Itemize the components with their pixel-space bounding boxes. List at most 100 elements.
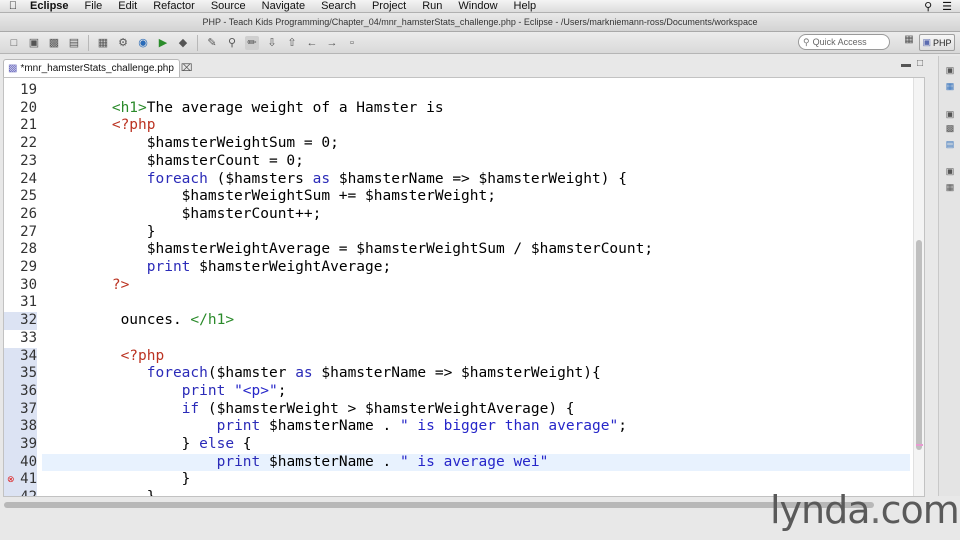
list-icon[interactable]: ☰ xyxy=(942,0,952,13)
menu-edit[interactable]: Edit xyxy=(110,0,145,13)
open-type-icon[interactable]: ✎ xyxy=(205,36,219,50)
line-number: 40 xyxy=(4,453,37,472)
php-icon: ▣ xyxy=(922,37,931,47)
menu-source[interactable]: Source xyxy=(203,0,254,13)
next-annotation-icon[interactable]: ⇩ xyxy=(265,36,279,50)
menu-bar:  Eclipse File Edit Refactor Source Navi… xyxy=(0,0,960,13)
menu-navigate[interactable]: Navigate xyxy=(254,0,313,13)
code-line[interactable]: print $hamsterName . " is bigger than av… xyxy=(42,418,910,436)
quick-access-field[interactable]: ⚲ Quick Access xyxy=(798,34,890,50)
line-number: 36 xyxy=(4,382,37,401)
line-number: 30 xyxy=(20,276,37,293)
new-icon[interactable]: □ xyxy=(7,36,21,50)
line-number: 31 xyxy=(20,294,37,311)
run-icon[interactable]: ▶ xyxy=(156,36,170,50)
code-area[interactable]: <h1>The average weight of a Hamster is <… xyxy=(42,78,910,496)
search-toolbar-icon[interactable]: ⚲ xyxy=(225,36,239,50)
code-line[interactable]: if ($hamsterWeight > $hamsterWeightAvera… xyxy=(42,401,910,419)
watermark-brand: lynda xyxy=(770,488,871,532)
menu-eclipse[interactable]: Eclipse xyxy=(26,0,77,13)
line-number: 39 xyxy=(4,436,37,454)
php-perspective-label: PHP xyxy=(933,37,952,48)
menu-project[interactable]: Project xyxy=(364,0,414,13)
close-icon[interactable]: ⌧ xyxy=(181,63,193,74)
code-line[interactable]: print "<p>"; xyxy=(42,383,910,401)
restore-icon[interactable]: ▣ xyxy=(944,64,956,76)
code-line[interactable]: } xyxy=(42,224,910,242)
line-number: 28 xyxy=(20,241,37,258)
minimize-icon[interactable]: ▬ xyxy=(901,59,911,70)
pin-icon[interactable]: ▫ xyxy=(345,36,359,50)
debug-icon[interactable]: ◉ xyxy=(136,36,150,50)
outline-view-icon[interactable]: ▩ xyxy=(944,122,956,134)
spotlight-search-icon[interactable]: ⚲ xyxy=(924,0,932,13)
apple-icon[interactable]:  xyxy=(0,0,26,12)
code-line[interactable]: print $hamsterWeightAverage; xyxy=(42,259,910,277)
code-line[interactable]: $hamsterCount = 0; xyxy=(42,153,910,171)
line-number: 24 xyxy=(20,170,37,187)
save-all-icon[interactable]: ▩ xyxy=(47,36,61,50)
editor-tab[interactable]: ▩ *mnr_hamsterStats_challenge.php ⌧ xyxy=(3,59,192,77)
print-icon[interactable]: ▤ xyxy=(67,36,81,50)
explorer-view-icon[interactable]: ▦ xyxy=(944,80,956,92)
code-line[interactable]: <?php xyxy=(42,117,910,135)
code-line[interactable] xyxy=(42,82,910,100)
line-number-gutter: 19 20 21 22 23 24 25 26 27 28 29 30 31 32 33 34 35 36 37 38… xyxy=(4,78,42,496)
php-file-icon: ▩ xyxy=(8,63,18,74)
error-marker-icon[interactable]: ⊗ xyxy=(7,474,15,485)
code-line[interactable]: <?php xyxy=(42,348,910,366)
restore-icon[interactable]: ▣ xyxy=(944,108,956,120)
horizontal-scroll-thumb[interactable] xyxy=(4,502,874,508)
restore-icon[interactable]: ▣ xyxy=(944,165,956,177)
mark-occurrences-icon[interactable]: ✏ xyxy=(245,35,259,50)
menu-search[interactable]: Search xyxy=(313,0,364,13)
back-icon[interactable]: ← xyxy=(305,36,319,50)
code-line[interactable]: $hamsterCount++; xyxy=(42,206,910,224)
menu-run[interactable]: Run xyxy=(414,0,450,13)
build-icon[interactable]: ▦ xyxy=(96,36,110,50)
save-icon[interactable]: ▣ xyxy=(27,36,41,50)
menu-help[interactable]: Help xyxy=(506,0,545,13)
code-line[interactable]: foreach ($hamsters as $hamsterName => $h… xyxy=(42,171,910,189)
code-line[interactable]: $hamsterWeightSum += $hamsterWeight; xyxy=(42,188,910,206)
code-line[interactable]: $hamsterWeightSum = 0; xyxy=(42,135,910,153)
line-number: 32 xyxy=(4,312,37,330)
open-perspective-icon[interactable]: ▦ xyxy=(902,34,916,50)
line-number: 29 xyxy=(20,259,37,275)
code-line[interactable]: foreach($hamster as $hamsterName => $ham… xyxy=(42,365,910,383)
code-line[interactable] xyxy=(42,330,910,348)
line-number: 42 xyxy=(4,489,37,496)
vertical-scrollbar[interactable] xyxy=(913,78,924,496)
console-view-icon[interactable]: ▦ xyxy=(944,181,956,193)
maximize-icon[interactable]: □ xyxy=(917,58,923,69)
code-line[interactable]: ounces. </h1> xyxy=(42,312,910,330)
previous-annotation-icon[interactable]: ⇧ xyxy=(285,36,299,50)
vertical-scroll-thumb[interactable] xyxy=(916,240,922,450)
line-number: 25 xyxy=(20,188,37,205)
external-tools-icon[interactable]: ◆ xyxy=(176,36,190,50)
line-number: 19 xyxy=(20,82,37,98)
menu-file[interactable]: File xyxy=(77,0,111,13)
code-line[interactable]: } else { xyxy=(42,436,910,454)
editor-tab-strip: ▩ *mnr_hamsterStats_challenge.php ⌧ xyxy=(0,56,935,77)
code-line[interactable]: } xyxy=(42,471,910,489)
code-line[interactable]: print $hamsterName . " is average wei" xyxy=(42,453,910,472)
tasks-view-icon[interactable]: ▤ xyxy=(944,138,956,150)
watermark-dot: . xyxy=(869,488,882,532)
code-line[interactable]: <h1>The average weight of a Hamster is xyxy=(42,100,910,118)
menu-window[interactable]: Window xyxy=(450,0,505,13)
code-line[interactable]: $hamsterWeightAverage = $hamsterWeightSu… xyxy=(42,241,910,259)
forward-icon[interactable]: → xyxy=(325,36,339,50)
quick-access-placeholder: Quick Access xyxy=(812,37,867,47)
settings-gear-icon[interactable]: ⚙ xyxy=(116,36,130,50)
menu-refactor[interactable]: Refactor xyxy=(145,0,203,13)
window-title: PHP - Teach Kids Programming/Chapter_04/… xyxy=(0,13,960,32)
line-number: 23 xyxy=(20,152,37,169)
code-editor[interactable]: 19 20 21 22 23 24 25 26 27 28 29 30 31 32 33 34 35 36 37 38… xyxy=(3,77,925,497)
code-line[interactable]: ?> xyxy=(42,277,910,295)
php-perspective-button[interactable]: ▣ PHP xyxy=(919,34,955,51)
editor-tab-label: *mnr_hamsterStats_challenge.php xyxy=(20,63,174,74)
overview-ruler-mark[interactable] xyxy=(916,444,923,446)
code-line[interactable] xyxy=(42,294,910,312)
line-number: 26 xyxy=(20,205,37,222)
